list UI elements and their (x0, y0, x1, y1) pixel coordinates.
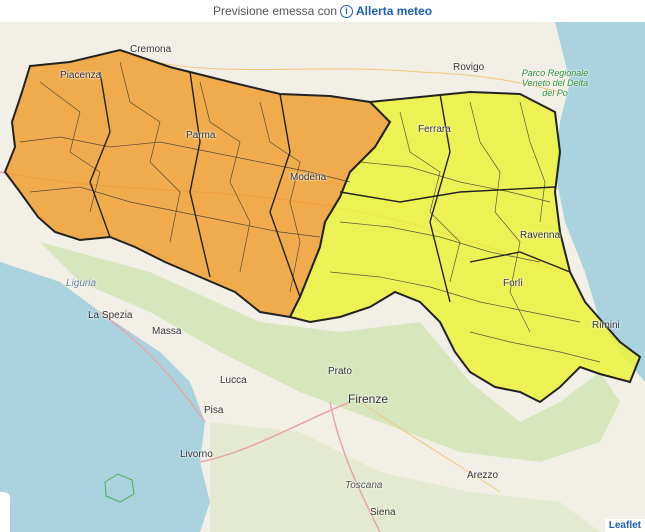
place-siena: Siena (370, 507, 396, 518)
place-arezzo: Arezzo (467, 470, 499, 481)
forecast-prefix: Previsione emessa con (212, 4, 338, 18)
place-rimini: Rimini (592, 320, 620, 331)
leaflet-attribution[interactable]: Leaflet (604, 519, 645, 532)
map-control-tab[interactable] (0, 492, 10, 532)
place-pisa: Pisa (204, 405, 224, 416)
forecast-header: Previsione emessa con i Allerta meteo (0, 0, 645, 22)
place-forli: Forlì (503, 278, 523, 289)
place-piacenza: Piacenza (60, 70, 102, 81)
region-liguria: Liguria (66, 278, 97, 289)
region-toscana: Toscana (345, 480, 383, 491)
alert-map[interactable]: Cremona Rovigo Piacenza Parma Ferrara Mo… (0, 22, 645, 532)
place-parma: Parma (186, 130, 216, 141)
place-ferrara: Ferrara (418, 124, 451, 135)
place-lucca: Lucca (220, 375, 247, 386)
place-livorno: Livorno (180, 449, 213, 460)
place-firenze: Firenze (348, 392, 389, 406)
place-cremona: Cremona (130, 44, 172, 55)
place-ravenna: Ravenna (520, 230, 561, 241)
place-rovigo: Rovigo (453, 62, 485, 73)
allerta-meteo-link[interactable]: i Allerta meteo (340, 4, 432, 18)
place-massa: Massa (152, 326, 182, 337)
place-park-delta-po: Parco Regionale Veneto del Delta del Po (521, 68, 589, 98)
info-icon: i (340, 4, 354, 18)
place-la-spezia: La Spezia (88, 310, 133, 321)
map-canvas (0, 22, 645, 532)
place-prato: Prato (328, 366, 352, 377)
allerta-meteo-label: Allerta meteo (356, 4, 433, 18)
place-modena: Modena (290, 172, 327, 183)
